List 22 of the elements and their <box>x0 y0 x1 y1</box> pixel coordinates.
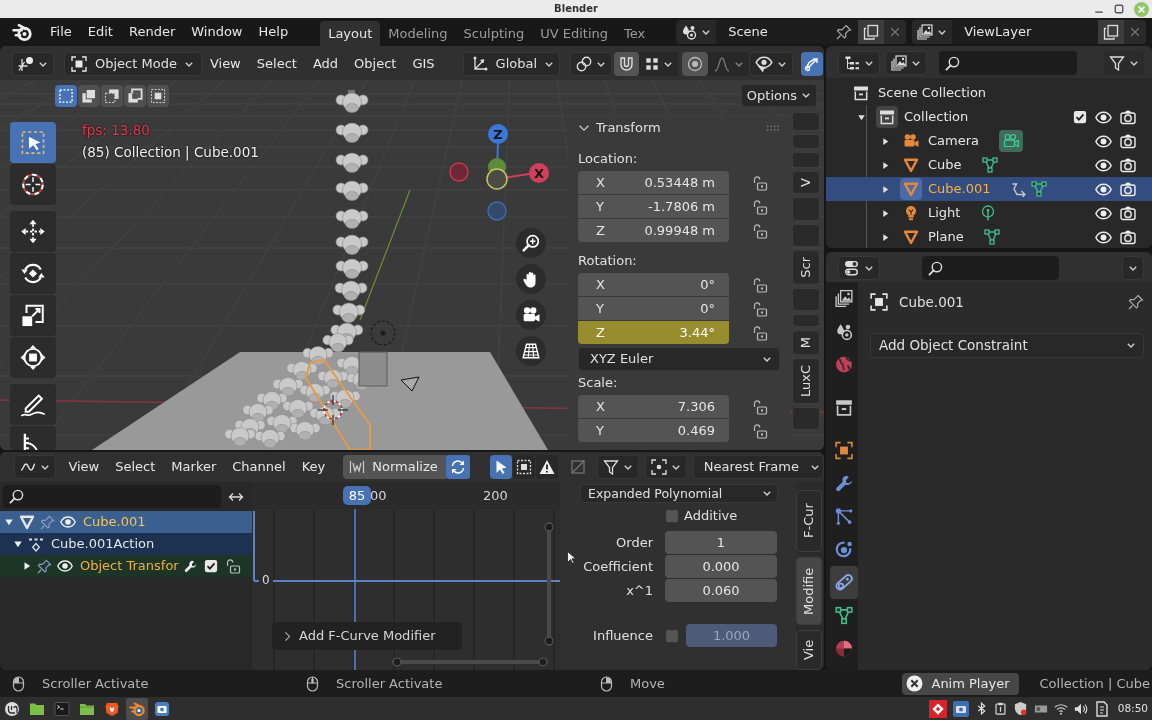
checkbox-label: Additive <box>684 508 738 524</box>
field-label: Order <box>615 534 653 551</box>
channel-name: Cube.001 <box>83 514 146 530</box>
group-label: Rotation: <box>578 252 638 270</box>
frame-number: 200 <box>483 488 508 504</box>
fps-counter: fps: 13.80 <box>82 122 151 139</box>
field-label: x^1 <box>625 582 653 599</box>
channel-name: Cube.001Action <box>51 536 155 552</box>
field-label: Coefficient <box>582 558 653 575</box>
group-label: Location: <box>578 150 639 168</box>
status-hint: Scroller Activate <box>336 675 443 692</box>
viewport-info: (85) Collection | Cube.001 <box>82 144 260 161</box>
field-label: Influence <box>592 627 653 644</box>
object-name: Cube.001 <box>899 293 965 311</box>
clock: 08:50 <box>1117 702 1148 715</box>
status-info: Collection | Cube <box>1039 675 1150 692</box>
group-label: Scale: <box>578 374 619 392</box>
frame-number: 00 <box>370 488 387 504</box>
window-title: Blender <box>554 3 598 15</box>
status-hint: Scroller Activate <box>42 675 149 692</box>
status-hint: Move <box>630 675 665 692</box>
channel-name: Object Transfor <box>80 558 179 574</box>
